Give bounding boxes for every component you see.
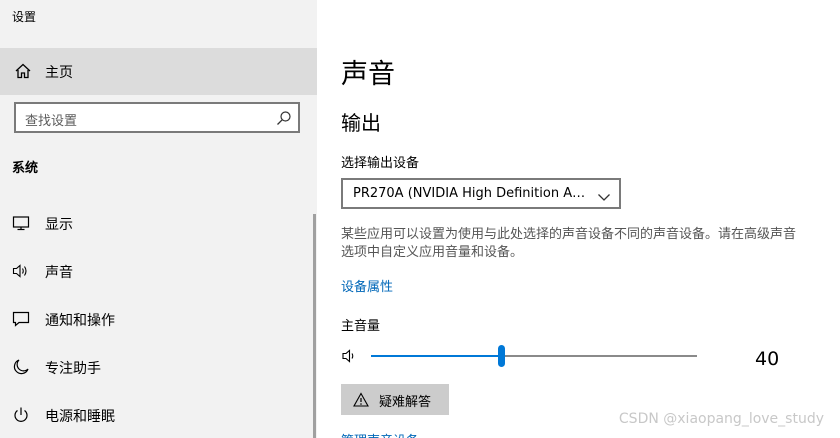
sidebar: 设置 主页 查找设置 系统 显示 声音 通知和操作 专注助手 电源和睡眠: [0, 0, 317, 438]
sidebar-item-home[interactable]: 主页: [0, 48, 317, 95]
notification-icon: [12, 310, 30, 328]
sidebar-item-label: 主页: [45, 65, 73, 81]
output-device-label: 选择输出设备: [341, 156, 420, 171]
power-icon: [12, 406, 30, 424]
sidebar-item-label: 声音: [45, 265, 73, 281]
settings-window: 设置 主页 查找设置 系统 显示 声音 通知和操作 专注助手 电源和睡眠 声音 …: [0, 0, 840, 438]
master-volume-slider[interactable]: [371, 344, 697, 368]
watermark: CSDN @xiaopang_love_study: [618, 411, 824, 427]
troubleshoot-label: 疑难解答: [379, 394, 432, 409]
chevron-down-icon: [597, 188, 611, 201]
search-input[interactable]: 查找设置: [14, 102, 300, 133]
sidebar-scrollbar[interactable]: [313, 214, 316, 438]
search-placeholder: 查找设置: [25, 114, 78, 129]
speaker-icon[interactable]: [341, 347, 359, 365]
volume-value: 40: [755, 348, 780, 370]
troubleshoot-button[interactable]: 疑难解答: [341, 384, 449, 415]
section-title: 系统: [12, 161, 39, 176]
slider-fill: [371, 355, 501, 357]
sidebar-item-power[interactable]: 电源和睡眠: [0, 393, 313, 437]
sidebar-item-label: 显示: [45, 217, 73, 233]
sidebar-item-focus-assist[interactable]: 专注助手: [0, 345, 313, 389]
monitor-icon: [12, 214, 30, 232]
sidebar-item-sound[interactable]: 声音: [0, 249, 313, 293]
sidebar-item-label: 专注助手: [45, 361, 101, 377]
slider-thumb[interactable]: [498, 345, 505, 367]
device-properties-link[interactable]: 设备属性: [341, 276, 393, 295]
device-description: 某些应用可以设置为使用与此处选择的声音设备不同的声音设备。请在高级声音选项中自定…: [341, 227, 797, 260]
speaker-icon: [12, 262, 30, 280]
home-icon: [14, 62, 32, 80]
warning-icon: [353, 392, 369, 407]
selection-indicator: [0, 260, 4, 282]
sidebar-item-label: 电源和睡眠: [45, 409, 115, 425]
moon-icon: [12, 358, 30, 376]
main-content: 声音 输出 选择输出设备 PR270A (NVIDIA High Definit…: [317, 0, 840, 438]
page-title: 声音: [341, 59, 395, 90]
app-title: 设置: [12, 10, 37, 24]
sidebar-item-notifications[interactable]: 通知和操作: [0, 297, 313, 341]
output-device-dropdown[interactable]: PR270A (NVIDIA High Definition Au...: [341, 178, 621, 209]
master-volume-label: 主音量: [341, 319, 381, 334]
manage-sound-devices-link[interactable]: 管理声音设备: [341, 430, 419, 438]
search-icon[interactable]: [276, 110, 292, 126]
output-device-value: PR270A (NVIDIA High Definition Au...: [353, 186, 589, 201]
sidebar-item-display[interactable]: 显示: [0, 201, 313, 245]
sidebar-item-label: 通知和操作: [45, 313, 115, 329]
output-heading: 输出: [341, 111, 381, 135]
